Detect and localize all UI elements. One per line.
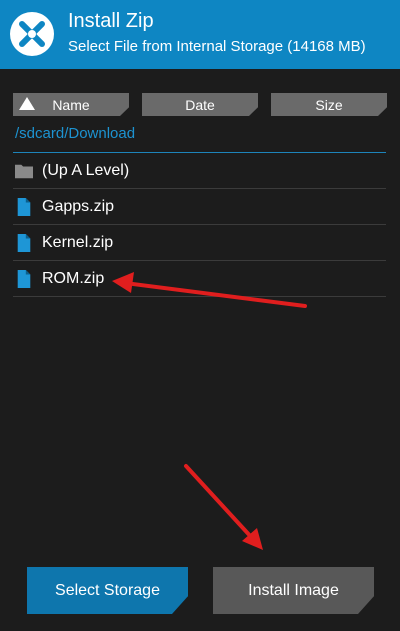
select-storage-button[interactable]: Select Storage xyxy=(27,567,188,614)
row-divider xyxy=(13,296,386,297)
file-icon xyxy=(17,198,31,216)
list-item-up-a-level[interactable]: (Up A Level) xyxy=(13,153,386,189)
list-item-gapps-zip[interactable]: Gapps.zip xyxy=(13,189,386,225)
header-bar: Install Zip Select File from Internal St… xyxy=(0,0,400,69)
folder-icon xyxy=(15,164,33,179)
current-path: /sdcard/Download xyxy=(15,125,136,142)
file-label: Kernel.zip xyxy=(42,234,114,251)
twrp-logo-icon xyxy=(10,12,54,56)
sort-size-label: Size xyxy=(315,96,343,113)
sort-name-label: Name xyxy=(52,96,90,113)
sort-by-date-button[interactable]: Date xyxy=(142,93,258,116)
page-title: Install Zip xyxy=(68,10,154,32)
file-label: ROM.zip xyxy=(42,270,105,287)
sort-date-label: Date xyxy=(185,96,215,113)
file-icon xyxy=(17,234,31,252)
install-image-button[interactable]: Install Image xyxy=(213,567,374,614)
sort-by-name-button[interactable]: Name xyxy=(13,93,129,116)
page-subtitle: Select File from Internal Storage (14168… xyxy=(68,38,366,55)
red-arrow-icon xyxy=(184,464,263,550)
sort-ascending-triangle-icon xyxy=(19,97,35,110)
list-item-kernel-zip[interactable]: Kernel.zip xyxy=(13,225,386,261)
sort-by-size-button[interactable]: Size xyxy=(271,93,387,116)
file-label: (Up A Level) xyxy=(42,162,130,179)
file-icon xyxy=(17,270,31,288)
twrp-install-screen: Install Zip Select File from Internal St… xyxy=(0,0,400,631)
list-item-rom-zip[interactable]: ROM.zip xyxy=(13,261,386,297)
file-label: Gapps.zip xyxy=(42,198,115,215)
